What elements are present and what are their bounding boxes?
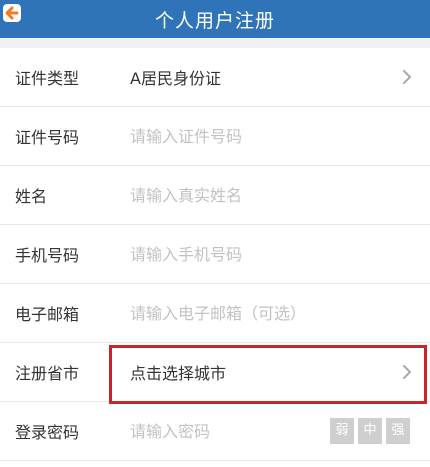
row-phone: 手机号码	[0, 225, 430, 284]
row-password: 登录密码 弱 中 强	[0, 402, 430, 461]
email-label: 电子邮箱	[15, 305, 80, 324]
password-label: 登录密码	[15, 423, 80, 442]
email-input[interactable]	[130, 303, 330, 323]
id-type-value[interactable]: A居民身份证	[130, 65, 221, 89]
chevron-right-icon[interactable]	[402, 69, 412, 85]
city-select[interactable]: 点击选择城市	[130, 360, 226, 384]
name-label: 姓名	[15, 187, 48, 206]
id-number-input[interactable]	[130, 126, 330, 146]
back-icon[interactable]	[0, 0, 30, 30]
strength-weak: 弱	[330, 418, 354, 444]
header-bar: 个人用户注册	[0, 0, 430, 38]
chevron-right-icon[interactable]	[402, 364, 412, 380]
strength-medium: 中	[358, 418, 382, 444]
registration-form: 证件类型 A居民身份证 证件号码 姓名 手机号码 电子邮箱 注册省市 点击选择城…	[0, 48, 430, 467]
top-divider	[0, 38, 430, 48]
id-type-label: 证件类型	[15, 69, 80, 88]
row-name: 姓名	[0, 166, 430, 225]
phone-label: 手机号码	[15, 246, 80, 265]
page-title: 个人用户注册	[154, 9, 275, 32]
row-email: 电子邮箱	[0, 284, 430, 343]
row-id-type[interactable]: 证件类型 A居民身份证	[0, 48, 430, 107]
phone-input[interactable]	[130, 244, 330, 264]
id-number-label: 证件号码	[15, 128, 80, 147]
city-label: 注册省市	[15, 364, 80, 383]
name-input[interactable]	[130, 185, 330, 205]
registration-screen: 个人用户注册 证件类型 A居民身份证 证件号码 姓名 手机号码 电子邮箱	[0, 0, 430, 467]
password-strength-meter: 弱 中 强	[330, 418, 410, 444]
strength-strong: 强	[386, 418, 410, 444]
password-input[interactable]	[130, 421, 330, 441]
row-city[interactable]: 注册省市 点击选择城市	[0, 343, 430, 402]
row-id-number: 证件号码	[0, 107, 430, 166]
